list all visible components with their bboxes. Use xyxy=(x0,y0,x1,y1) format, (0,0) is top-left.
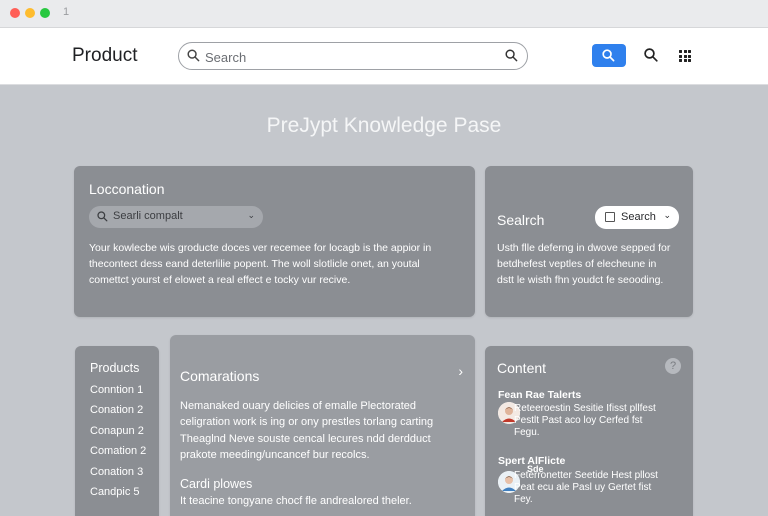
text-line: comettct yourst ef elowet a real effect … xyxy=(89,274,351,286)
text-line: Your kowlecbe wis groducte doces ver rec… xyxy=(89,242,432,254)
comparisons-para-2: Theaglnd Neve souste cencal lecures ndd … xyxy=(180,431,470,463)
apps-grid-icon[interactable] xyxy=(679,50,691,62)
location-card-text: Your kowlecbe wis groducte doces ver rec… xyxy=(89,240,469,288)
search-icon xyxy=(602,49,615,62)
sidebar-item[interactable]: Conapun 2 xyxy=(90,425,144,437)
tab-marker: 1 xyxy=(63,6,70,18)
text-line: Nemanaked ouary delicies of emalle Plect… xyxy=(180,400,417,412)
search-card-text: Usth flle deferng in dwove sepped for be… xyxy=(497,240,689,288)
text-line: It teacine tongyane chocf fle andrealore… xyxy=(180,495,412,507)
text-line: prakote meeding/uncancef bur recolcs. xyxy=(180,449,370,461)
comparisons-para-3: It teacine tongyane chocf fle andrealore… xyxy=(180,493,470,509)
text-line: Pestlt Past aco loy Cerfed fst xyxy=(514,415,643,426)
search-icon xyxy=(97,211,108,222)
text-line: thecontect dess eand deterlilie popent. … xyxy=(89,258,420,270)
app-header: Product xyxy=(0,28,768,85)
zoom-window-dot[interactable] xyxy=(40,8,50,18)
text-line: dstt le wisth fhn youdct fe seooding. xyxy=(497,274,664,286)
window-titlebar: 1 xyxy=(0,0,768,28)
search-card: Sealrch Search ⌄ Usth flle deferng in dw… xyxy=(485,166,693,317)
search-submit-icon[interactable] xyxy=(505,49,518,62)
chevron-down-icon: ⌄ xyxy=(663,210,671,220)
text-line: Reteeroestin Sesitie Ifisst pllfest xyxy=(514,403,656,414)
sidebar-item[interactable]: Candpic 5 xyxy=(90,486,140,498)
close-window-dot[interactable] xyxy=(10,8,20,18)
comparisons-subheading: Cardi plowes xyxy=(180,477,253,491)
sidebar-item[interactable]: Comation 2 xyxy=(90,445,146,457)
sidebar-item[interactable]: Conation 2 xyxy=(90,404,143,416)
search-card-button[interactable]: Search ⌄ xyxy=(595,206,679,229)
search-card-button-label: Search xyxy=(621,211,656,223)
text-line: betdhefest veptles of elecheune in xyxy=(497,258,657,270)
text-line: Fey. xyxy=(514,494,533,505)
minimize-window-dot[interactable] xyxy=(25,8,35,18)
comparisons-card: Comarations › Nemanaked ouary delicies o… xyxy=(170,335,475,516)
content-item-title[interactable]: Fean Rae Talerts xyxy=(498,389,581,401)
help-icon[interactable]: ? xyxy=(665,358,681,374)
location-card-heading: Locconation xyxy=(89,181,165,197)
text-line: Fegu. xyxy=(514,427,540,438)
search-icon xyxy=(187,49,200,62)
text-line: celigration work is ing or ony prestles … xyxy=(180,416,434,428)
content-card: Content ? Fean Rae Talerts Reteeroestin … xyxy=(485,346,693,516)
content-item-desc: Reteeroestin Sesitie Ifisst pllfest Pest… xyxy=(514,403,684,439)
content-heading: Content xyxy=(497,360,547,376)
brand-name: Product xyxy=(72,45,138,66)
page-title: PreJypt Knowledge Pase xyxy=(266,114,502,137)
sidebar-item[interactable]: Conntion 1 xyxy=(90,384,143,396)
text-line: Peat ecu ale Pasl uy Gertet fist xyxy=(514,482,652,493)
location-dropdown[interactable]: Searli compalt ⌄ xyxy=(89,206,263,228)
comparisons-para-1: Nemanaked ouary delicies of emalle Plect… xyxy=(180,398,470,430)
search-button[interactable] xyxy=(592,44,626,67)
text-line: Usth flle deferng in dwove sepped for xyxy=(497,242,671,254)
sidebar-item[interactable]: Conation 3 xyxy=(90,466,143,478)
chevron-right-icon[interactable]: › xyxy=(458,363,463,379)
header-search-icon[interactable] xyxy=(644,48,658,62)
search-bar[interactable] xyxy=(178,42,528,70)
products-heading: Products xyxy=(90,361,140,375)
search-card-heading: Sealrch xyxy=(497,212,545,228)
text-line: Feterronetter Seetide Hest pllost xyxy=(514,470,658,481)
chevron-down-icon: ⌄ xyxy=(247,210,255,220)
location-dropdown-value: Searli compalt xyxy=(113,210,183,222)
location-card: Locconation Searli compalt ⌄ Your kowlec… xyxy=(74,166,475,317)
search-input[interactable] xyxy=(203,47,487,67)
comparisons-heading: Comarations xyxy=(180,368,260,384)
text-line: Theaglnd Neve souste cencal lecures ndd … xyxy=(180,433,431,445)
products-sidebar: Products Conntion 1 Conation 2 Conapun 2… xyxy=(75,346,159,516)
square-icon xyxy=(605,212,615,222)
content-item-desc: Feterronetter Seetide Hest pllost Peat e… xyxy=(514,470,684,506)
